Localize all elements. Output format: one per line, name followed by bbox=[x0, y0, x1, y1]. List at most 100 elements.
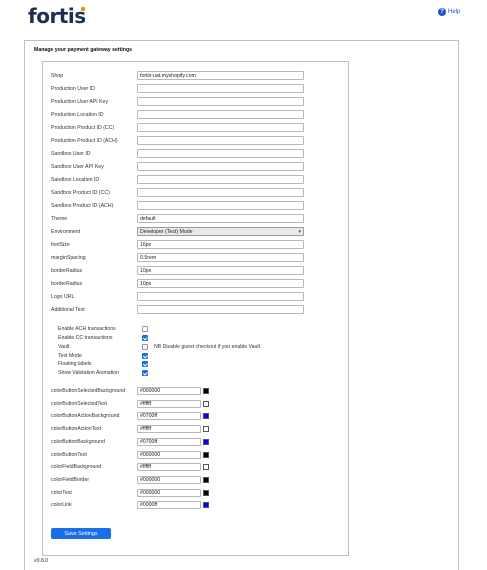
environment-select[interactable]: Developer (Test) Mode ▾ bbox=[137, 227, 304, 236]
text-input[interactable] bbox=[137, 214, 304, 223]
text-input[interactable] bbox=[137, 188, 304, 197]
text-input[interactable] bbox=[137, 305, 304, 314]
color-label: colorButtonText bbox=[51, 452, 87, 458]
field-row: Production Location ID bbox=[51, 110, 311, 119]
text-input[interactable] bbox=[137, 240, 304, 249]
version-label: v0.8.0 bbox=[34, 558, 49, 564]
field-row: Production User API Key bbox=[51, 97, 311, 106]
color-row: colorFieldBorder bbox=[51, 476, 209, 484]
color-label: colorButtonSelectedText bbox=[51, 401, 107, 407]
field-row: fontSize bbox=[51, 240, 311, 249]
text-input[interactable] bbox=[137, 201, 304, 210]
checkbox-row: Vault NB Disable guest checkout if you en… bbox=[58, 343, 260, 351]
color-label: colorFieldBorder bbox=[51, 477, 90, 483]
help-label: Help bbox=[448, 9, 461, 15]
text-input[interactable] bbox=[137, 97, 304, 106]
field-row: Additional Text bbox=[51, 305, 311, 314]
color-input[interactable] bbox=[137, 387, 201, 395]
text-input[interactable] bbox=[137, 279, 304, 288]
color-swatch[interactable] bbox=[203, 439, 209, 445]
checkbox-row: Show Validation Animation bbox=[58, 369, 148, 377]
color-input[interactable] bbox=[137, 400, 201, 408]
text-input[interactable] bbox=[137, 71, 304, 80]
color-swatch[interactable] bbox=[203, 464, 209, 470]
field-row: Sandbox Location ID bbox=[51, 175, 311, 184]
color-label: colorLink bbox=[51, 502, 72, 508]
checkbox-row: Test Mode bbox=[58, 352, 148, 360]
field-row: Logo URL bbox=[51, 292, 311, 301]
checkbox[interactable] bbox=[142, 353, 148, 359]
checkbox[interactable] bbox=[142, 326, 148, 332]
field-label: marginSpacing bbox=[51, 254, 86, 261]
logo-dot bbox=[81, 7, 85, 11]
color-label: colorButtonBackground bbox=[51, 439, 105, 445]
field-label: Shop bbox=[51, 72, 64, 79]
color-swatch[interactable] bbox=[203, 426, 209, 432]
checkbox[interactable] bbox=[142, 370, 148, 376]
color-swatch[interactable] bbox=[203, 477, 209, 483]
field-label: Sandbox User ID bbox=[51, 150, 91, 157]
logo-text: fortis bbox=[28, 4, 86, 28]
color-input[interactable] bbox=[137, 451, 201, 459]
color-swatch[interactable] bbox=[203, 502, 209, 508]
field-label: Sandbox Product ID (ACH) bbox=[51, 202, 114, 209]
checkbox-label: Vault bbox=[58, 344, 70, 350]
field-label: Production Product ID (CC) bbox=[51, 124, 115, 131]
field-row: Production User ID bbox=[51, 84, 311, 93]
color-row: colorButtonActionText bbox=[51, 425, 209, 433]
color-input[interactable] bbox=[137, 476, 201, 484]
color-input[interactable] bbox=[137, 463, 201, 471]
field-row: Production Product ID (ACH) bbox=[51, 136, 311, 145]
text-input[interactable] bbox=[137, 149, 304, 158]
question-circle-icon: ? bbox=[438, 8, 446, 16]
color-row: colorButtonBackground bbox=[51, 438, 209, 446]
fortis-logo: fortis bbox=[28, 6, 86, 26]
checkbox-label: Enable ACH transactions bbox=[58, 326, 116, 332]
color-swatch[interactable] bbox=[203, 413, 209, 419]
color-input[interactable] bbox=[137, 501, 201, 509]
checkbox[interactable] bbox=[142, 335, 148, 341]
page-title: Manage your payment gateway settings bbox=[34, 47, 133, 53]
field-row: Shop bbox=[51, 71, 311, 80]
field-label: borderRadius bbox=[51, 280, 83, 287]
checkbox-row: Enable ACH transactions bbox=[58, 325, 148, 333]
text-input[interactable] bbox=[137, 84, 304, 93]
text-input[interactable] bbox=[137, 162, 304, 171]
text-input[interactable] bbox=[137, 253, 304, 262]
environment-select-value: Developer (Test) Mode bbox=[140, 228, 193, 235]
color-input[interactable] bbox=[137, 489, 201, 497]
field-label: Sandbox User API Key bbox=[51, 163, 104, 170]
text-input[interactable] bbox=[137, 136, 304, 145]
checkbox-label: Floating labels bbox=[58, 361, 92, 367]
color-label: colorButtonActionText bbox=[51, 426, 102, 432]
color-input[interactable] bbox=[137, 412, 201, 420]
color-row: colorText bbox=[51, 489, 209, 497]
checkbox[interactable] bbox=[142, 361, 148, 367]
color-row: colorButtonActionBackground bbox=[51, 412, 209, 420]
field-row: Sandbox Product ID (CC) bbox=[51, 188, 311, 197]
color-swatch[interactable] bbox=[203, 401, 209, 407]
text-input[interactable] bbox=[137, 123, 304, 132]
text-input[interactable] bbox=[137, 266, 304, 275]
save-settings-button[interactable]: Save Settings bbox=[51, 528, 111, 539]
field-label: Sandbox Product ID (CC) bbox=[51, 189, 110, 196]
color-label: colorButtonSelectedBackground bbox=[51, 388, 126, 394]
text-input[interactable] bbox=[137, 110, 304, 119]
text-input[interactable] bbox=[137, 175, 304, 184]
field-label: Additional Text bbox=[51, 306, 85, 313]
color-input[interactable] bbox=[137, 425, 201, 433]
field-row: Environment Developer (Test) Mode ▾ bbox=[51, 227, 311, 236]
field-row: Sandbox User API Key bbox=[51, 162, 311, 171]
color-input[interactable] bbox=[137, 438, 201, 446]
color-swatch[interactable] bbox=[203, 452, 209, 458]
chevron-down-icon: ▾ bbox=[298, 228, 301, 235]
checkbox-label: Enable CC transactions bbox=[58, 335, 113, 341]
checkbox[interactable] bbox=[142, 344, 148, 350]
color-swatch[interactable] bbox=[203, 490, 209, 496]
color-swatch[interactable] bbox=[203, 388, 209, 394]
text-input[interactable] bbox=[137, 292, 304, 301]
color-label: colorText bbox=[51, 490, 72, 496]
color-row: colorButtonSelectedBackground bbox=[51, 387, 209, 395]
help-link[interactable]: ? Help bbox=[438, 8, 460, 16]
field-label: Production User API Key bbox=[51, 98, 109, 105]
